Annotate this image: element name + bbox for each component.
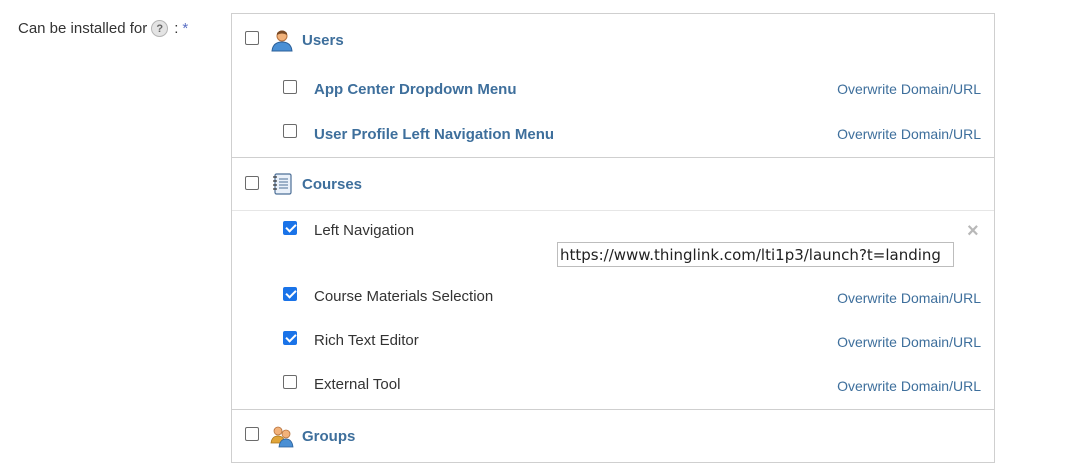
- overwrite-link-rich-text-editor[interactable]: Overwrite Domain/URL: [837, 334, 981, 350]
- group-icon: [270, 426, 294, 448]
- field-label-text: Can be installed for: [18, 20, 148, 37]
- section-title-users[interactable]: Users: [302, 32, 344, 49]
- courses-checkbox[interactable]: [245, 176, 259, 190]
- section-title-courses[interactable]: Courses: [302, 176, 362, 193]
- users-checkbox[interactable]: [245, 31, 259, 45]
- item-checkbox-external-tool[interactable]: [283, 375, 297, 389]
- item-label-app-center-dropdown[interactable]: App Center Dropdown Menu: [314, 81, 517, 98]
- section-divider: [232, 157, 994, 158]
- item-label-external-tool: External Tool: [314, 376, 401, 393]
- notebook-icon: [273, 173, 292, 195]
- item-checkbox-rich-text-editor[interactable]: [283, 331, 297, 345]
- item-checkbox-user-profile-nav[interactable]: [283, 124, 297, 138]
- item-checkbox-left-navigation[interactable]: [283, 221, 297, 235]
- overwrite-link-external-tool[interactable]: Overwrite Domain/URL: [837, 378, 981, 394]
- field-colon: :: [174, 20, 179, 37]
- required-asterisk: *: [182, 20, 189, 37]
- row-divider: [232, 210, 994, 211]
- item-label-user-profile-nav[interactable]: User Profile Left Navigation Menu: [314, 126, 554, 143]
- item-label-rich-text-editor: Rich Text Editor: [314, 332, 419, 349]
- section-divider: [232, 409, 994, 410]
- install-targets-panel: Users App Center Dropdown Menu Overwrite…: [231, 13, 995, 463]
- close-icon[interactable]: ×: [967, 220, 979, 243]
- installed-for-label: Can be installed for ? : *: [18, 20, 188, 37]
- section-title-groups[interactable]: Groups: [302, 428, 355, 445]
- overwrite-link-user-profile-nav[interactable]: Overwrite Domain/URL: [837, 126, 981, 142]
- item-label-left-navigation: Left Navigation: [314, 222, 415, 239]
- overwrite-link-course-materials[interactable]: Overwrite Domain/URL: [837, 290, 981, 306]
- item-label-course-materials: Course Materials Selection: [314, 288, 494, 305]
- groups-checkbox[interactable]: [245, 427, 259, 441]
- help-icon[interactable]: ?: [151, 20, 169, 37]
- url-override-input[interactable]: [557, 242, 954, 267]
- item-checkbox-app-center-dropdown[interactable]: [283, 80, 297, 94]
- overwrite-link-app-center-dropdown[interactable]: Overwrite Domain/URL: [837, 81, 981, 97]
- user-icon: [271, 30, 293, 52]
- item-checkbox-course-materials[interactable]: [283, 287, 297, 301]
